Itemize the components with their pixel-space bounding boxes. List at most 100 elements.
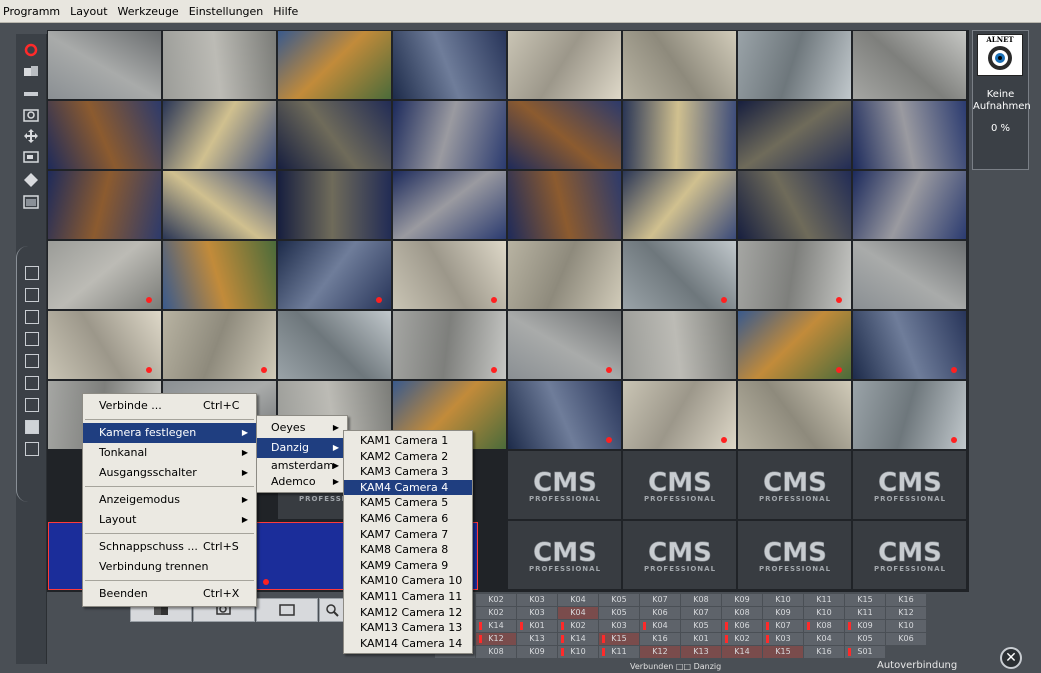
monitor-icon[interactable]	[23, 150, 39, 166]
auto-connect-label[interactable]: Autoverbindung	[877, 660, 957, 671]
channel-cell[interactable]: S01	[845, 646, 885, 658]
channel-cell[interactable]: K01	[517, 620, 557, 632]
cms-placeholder-tile[interactable]: CMSPROFESSIONAL	[738, 521, 851, 589]
channel-cell[interactable]: K10	[763, 594, 803, 606]
menu-exit[interactable]: Beenden Ctrl+X	[83, 584, 256, 604]
camera-feed-tile[interactable]	[508, 31, 621, 99]
channel-cell[interactable]: K11	[599, 646, 639, 658]
cms-placeholder-tile[interactable]: CMSPROFESSIONAL	[623, 521, 736, 589]
record-icon[interactable]	[23, 42, 39, 58]
search-camera-icon[interactable]	[23, 108, 39, 124]
bottom-zoom-button[interactable]	[319, 598, 345, 622]
camera-feed-tile[interactable]	[623, 241, 736, 309]
camera-feed-tile[interactable]	[623, 311, 736, 379]
camera-feed-tile[interactable]	[278, 101, 391, 169]
channel-cell[interactable]: K13	[517, 633, 557, 645]
channel-cell[interactable]: K09	[763, 607, 803, 619]
camera-feed-tile[interactable]	[853, 31, 966, 99]
camera-feed-tile[interactable]	[393, 241, 506, 309]
channel-cell[interactable]: K06	[722, 620, 762, 632]
camera-feed-tile[interactable]	[393, 31, 506, 99]
camera-feed-tile[interactable]	[163, 241, 276, 309]
cms-placeholder-tile[interactable]: CMSPROFESSIONAL	[623, 451, 736, 519]
layout-1-icon[interactable]	[25, 266, 39, 280]
channel-cell[interactable]: K02	[476, 594, 516, 606]
channel-cell[interactable]: K06	[640, 607, 680, 619]
channel-cell[interactable]: K05	[681, 620, 721, 632]
camera-menu-item[interactable]: KAM13 Camera 13	[344, 620, 472, 636]
layout-5-icon[interactable]	[25, 354, 39, 368]
camera-feed-tile[interactable]	[278, 311, 391, 379]
camera-feed-tile[interactable]	[278, 171, 391, 239]
camera-feed-tile[interactable]	[853, 311, 966, 379]
camera-menu-item[interactable]: KAM9 Camera 9	[344, 558, 472, 574]
cameras-icon[interactable]	[23, 64, 39, 80]
channel-cell[interactable]: K04	[804, 633, 844, 645]
channel-cell[interactable]: K02	[558, 620, 598, 632]
server-item[interactable]: amsterdam ▶	[257, 458, 347, 474]
channel-cell[interactable]: K15	[599, 633, 639, 645]
layout-8-icon[interactable]	[25, 420, 39, 434]
camera-feed-tile[interactable]	[623, 171, 736, 239]
camera-feed-tile[interactable]	[393, 101, 506, 169]
channel-cell[interactable]: K03	[599, 620, 639, 632]
layout-2-icon[interactable]	[25, 288, 39, 302]
channel-cell[interactable]: K08	[476, 646, 516, 658]
camera-feed-tile[interactable]	[163, 101, 276, 169]
bottom-monitor-button[interactable]	[256, 598, 318, 622]
camera-feed-tile[interactable]	[393, 171, 506, 239]
camera-menu-item[interactable]: KAM12 Camera 12	[344, 605, 472, 621]
camera-feed-tile[interactable]	[508, 311, 621, 379]
camera-feed-tile[interactable]	[738, 101, 851, 169]
channel-cell[interactable]: K03	[763, 633, 803, 645]
camera-feed-tile[interactable]	[48, 241, 161, 309]
camera-feed-tile[interactable]	[163, 31, 276, 99]
camera-menu-item[interactable]: KAM4 Camera 4	[344, 479, 472, 496]
camera-menu-item[interactable]: KAM2 Camera 2	[344, 449, 472, 465]
layout-3-icon[interactable]	[25, 310, 39, 324]
camera-feed-tile[interactable]	[623, 381, 736, 449]
layout-4-icon[interactable]	[25, 332, 39, 346]
cms-placeholder-tile[interactable]: CMSPROFESSIONAL	[738, 451, 851, 519]
channel-cell[interactable]: K10	[886, 620, 926, 632]
channel-cell[interactable]: K04	[558, 607, 598, 619]
channel-cell[interactable]: K02	[722, 633, 762, 645]
channel-cell[interactable]: K07	[763, 620, 803, 632]
cms-placeholder-tile[interactable]: CMSPROFESSIONAL	[508, 451, 621, 519]
channel-cell[interactable]: K12	[886, 607, 926, 619]
channel-cell[interactable]: K03	[517, 607, 557, 619]
display-icon[interactable]	[23, 194, 39, 210]
channel-cell[interactable]: K04	[558, 594, 598, 606]
channel-cell[interactable]: K08	[804, 620, 844, 632]
camera-feed-tile[interactable]	[393, 311, 506, 379]
menu-layout-item[interactable]: Layout ▶	[83, 510, 256, 530]
camera-menu-item[interactable]: KAM7 Camera 7	[344, 527, 472, 543]
camera-feed-tile[interactable]	[48, 311, 161, 379]
channel-cell[interactable]: K15	[845, 594, 885, 606]
diamond-icon[interactable]	[23, 172, 39, 188]
move-arrows-icon[interactable]	[23, 128, 39, 144]
camera-feed-tile[interactable]	[623, 31, 736, 99]
camera-feed-tile[interactable]	[853, 101, 966, 169]
channel-cell[interactable]: K06	[886, 633, 926, 645]
camera-feed-tile[interactable]	[48, 31, 161, 99]
camera-menu-item[interactable]: KAM8 Camera 8	[344, 542, 472, 558]
camera-feed-tile[interactable]	[738, 241, 851, 309]
camera-menu-item[interactable]: KAM5 Camera 5	[344, 495, 472, 511]
camera-feed-tile[interactable]	[163, 171, 276, 239]
channel-cell[interactable]: K07	[681, 607, 721, 619]
channel-cell[interactable]: K11	[845, 607, 885, 619]
layout-9-icon[interactable]	[25, 442, 39, 456]
channel-cell[interactable]: K14	[558, 633, 598, 645]
channel-cell[interactable]: K09	[517, 646, 557, 658]
channel-cell[interactable]: K05	[599, 594, 639, 606]
menu-hilfe[interactable]: Hilfe	[268, 5, 303, 18]
channel-cell[interactable]: K01	[681, 633, 721, 645]
camera-feed-tile[interactable]	[738, 381, 851, 449]
menu-layout[interactable]: Layout	[65, 5, 112, 18]
menu-werkzeuge[interactable]: Werkzeuge	[113, 5, 184, 18]
close-button[interactable]: ✕	[1000, 647, 1022, 669]
channel-cell[interactable]: K16	[886, 594, 926, 606]
channel-cell[interactable]: K15	[763, 646, 803, 658]
channel-cell[interactable]: K02	[476, 607, 516, 619]
